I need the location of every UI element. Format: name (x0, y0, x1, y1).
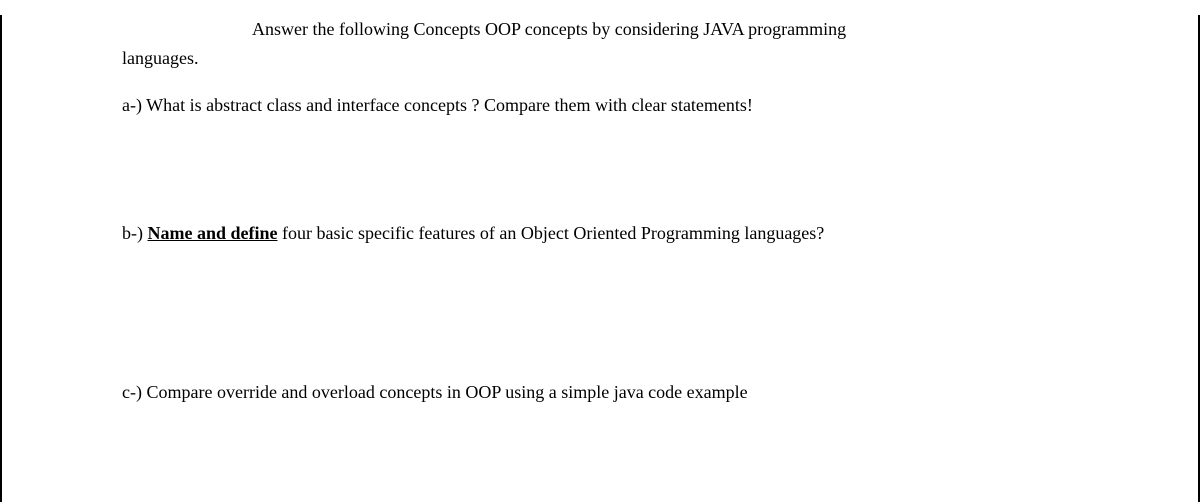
intro-paragraph: Answer the following Concepts OOP concep… (122, 15, 1078, 73)
question-c-prefix: c-) (122, 382, 146, 402)
question-b: b-) Name and define four basic specific … (122, 219, 1078, 248)
question-b-prefix: b-) (122, 223, 148, 243)
document-page: Answer the following Concepts OOP concep… (0, 15, 1200, 502)
question-b-rest: four basic specific features of an Objec… (278, 223, 825, 243)
intro-text-line1: Answer the following Concepts OOP concep… (122, 15, 1078, 44)
intro-text-line2: languages. (122, 44, 1078, 73)
question-a-prefix: a-) (122, 95, 146, 115)
question-b-underlined: Name and define (148, 223, 278, 243)
question-c-text: Compare override and overload concepts i… (146, 382, 747, 402)
question-c: c-) Compare override and overload concep… (122, 378, 1078, 407)
question-a: a-) What is abstract class and interface… (122, 91, 1078, 120)
question-a-text: What is abstract class and interface con… (146, 95, 753, 115)
